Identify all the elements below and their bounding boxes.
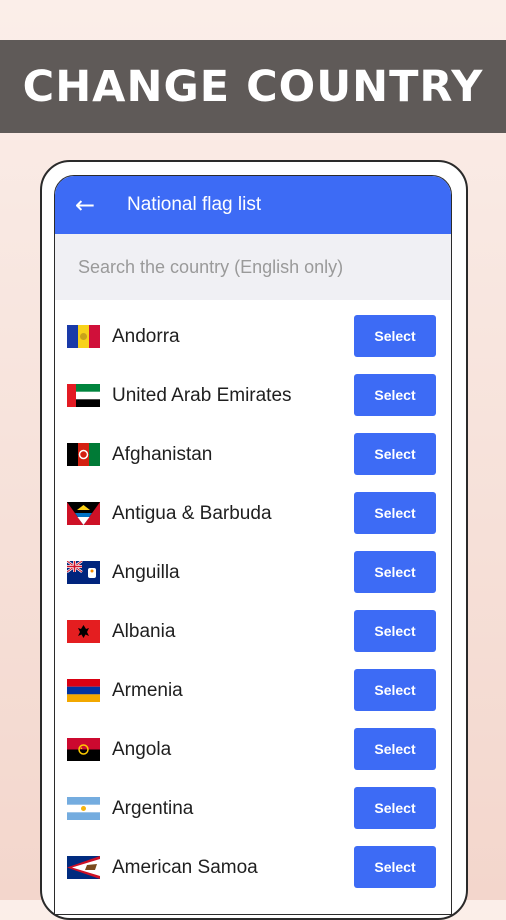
list-item: Albania Select [55,602,451,661]
country-name: Angola [112,738,172,760]
back-button[interactable]: ← [55,176,115,234]
list-item: Argentina Select [55,779,451,838]
country-name: Antigua & Barbuda [112,502,272,524]
country-name: Albania [112,620,176,642]
page-title: National flag list [127,194,262,215]
list-item: Andorra Select [55,307,451,366]
country-name: Armenia [112,679,183,701]
afghanistan-flag [67,443,100,466]
search-input[interactable] [76,255,420,279]
select-button[interactable]: Select [354,374,436,416]
country-name: Afghanistan [112,443,213,465]
select-button[interactable]: Select [354,551,436,593]
american-samoa-flag [67,856,100,879]
armenia-flag [67,679,100,702]
select-button[interactable]: Select [354,492,436,534]
list-item: American Samoa Select [55,838,451,897]
uae-flag [67,384,100,407]
antigua-flag [67,502,100,525]
list-item: United Arab Emirates Select [55,366,451,425]
country-name: Argentina [112,797,194,819]
country-name: Anguilla [112,561,180,583]
promo-banner: CHANGE COUNTRY [0,40,506,133]
country-list: Andorra Select United Arab Emirates Sele… [55,300,451,897]
app-bar: ← National flag list [55,176,451,234]
argentina-flag [67,797,100,820]
select-button[interactable]: Select [354,846,436,888]
select-button[interactable]: Select [354,433,436,475]
angola-flag [67,738,100,761]
country-name: Andorra [112,325,180,347]
select-button[interactable]: Select [354,669,436,711]
select-button[interactable]: Select [354,315,436,357]
list-item: Anguilla Select [55,543,451,602]
banner-title: CHANGE COUNTRY [22,61,484,112]
list-item: Angola Select [55,720,451,779]
list-item: Antigua & Barbuda Select [55,484,451,543]
country-name: United Arab Emirates [112,384,292,406]
country-name: American Samoa [112,856,258,878]
andorra-flag [67,325,100,348]
select-button[interactable]: Select [354,728,436,770]
albania-flag [67,620,100,643]
app-screen: ← National flag list Andorra Select Unit… [54,175,452,915]
list-item: Armenia Select [55,661,451,720]
search-bar [55,234,451,300]
arrow-left-icon: ← [74,191,96,219]
select-button[interactable]: Select [354,610,436,652]
select-button[interactable]: Select [354,787,436,829]
anguilla-flag [67,561,100,584]
list-item: Afghanistan Select [55,425,451,484]
